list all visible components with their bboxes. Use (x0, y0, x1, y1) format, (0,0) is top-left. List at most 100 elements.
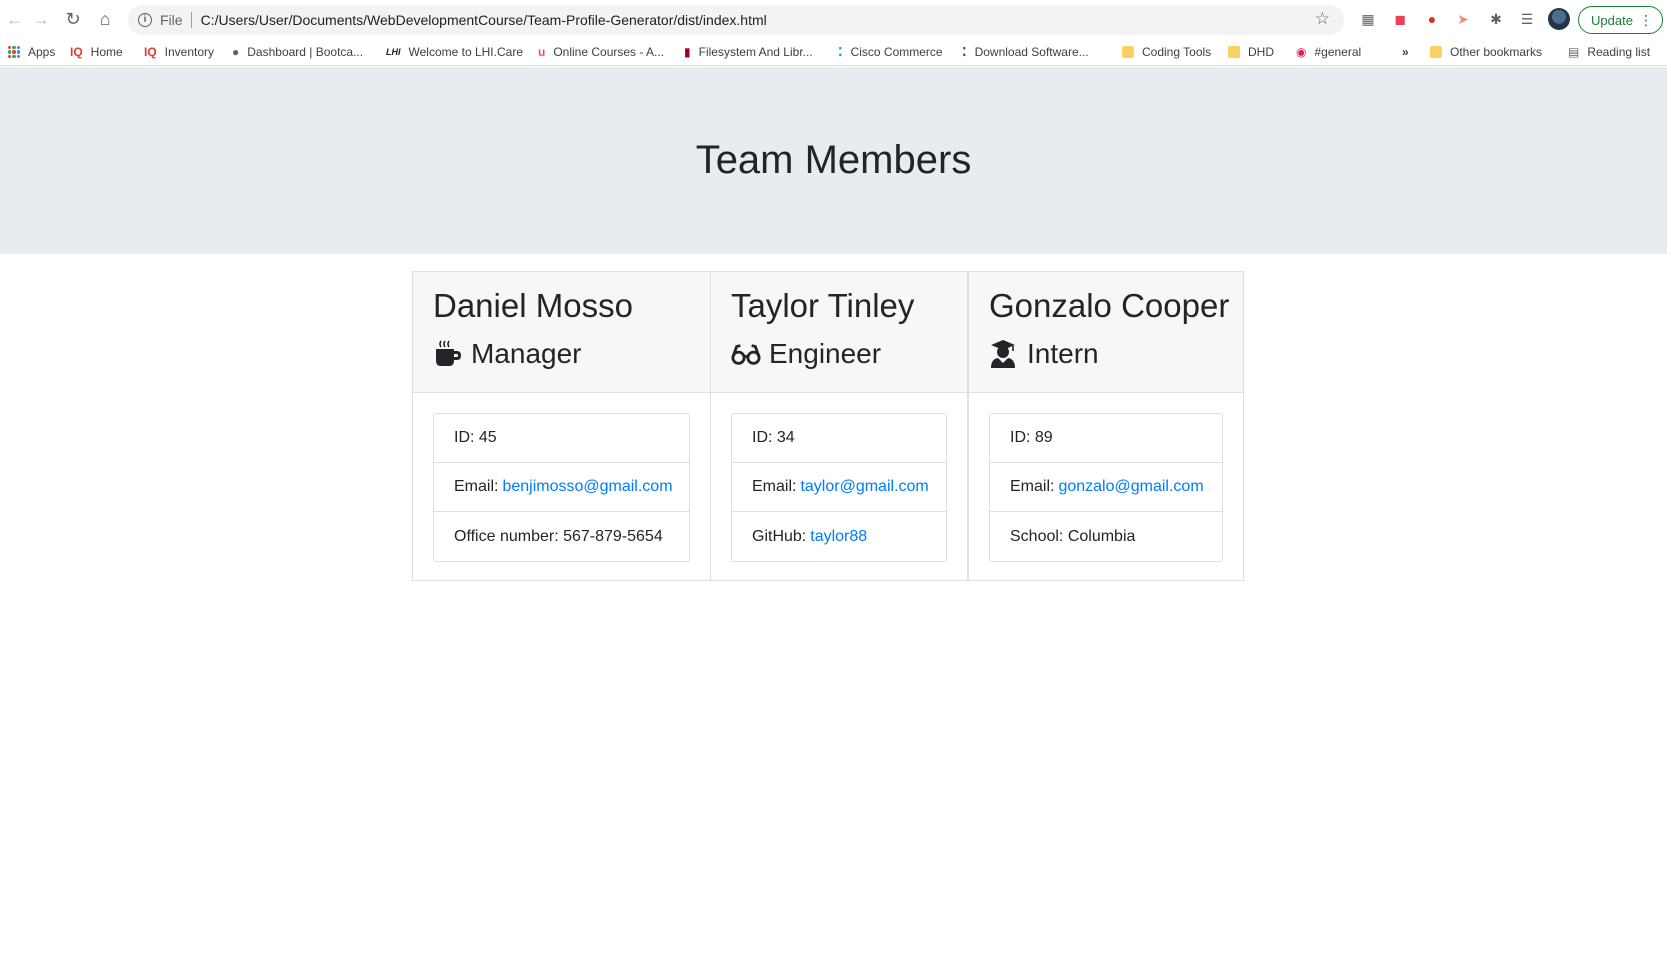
bookmark-cisco-commerce[interactable]: ⁚ Cisco Commerce (832, 40, 949, 64)
bookmark-filesystem[interactable]: ▮ Filesystem And Libr... (678, 40, 819, 64)
bookmark-online-courses[interactable]: u Online Courses - A... (532, 40, 670, 64)
email-link[interactable]: taylor@gmail.com (800, 478, 928, 496)
email-item: Email: gonzalo@gmail.com (990, 463, 1222, 512)
bookmarks-bar: Apps IQ Home IQ Inventory ● Dashboard | … (0, 38, 1667, 66)
bookmark-coding-tools[interactable]: Coding Tools (1116, 40, 1217, 64)
reading-list-button[interactable]: ▤ Reading list (1562, 40, 1656, 64)
bookmarks-overflow-button[interactable]: » (1396, 40, 1415, 64)
details-list: ID: 45 Email: benjimosso@gmail.com Offic… (433, 413, 690, 562)
home-icon[interactable]: ⌂ (90, 4, 120, 34)
address-bar[interactable]: i File C:/Users/User/Documents/WebDevelo… (128, 5, 1344, 35)
school-text: School: Columbia (1010, 527, 1136, 545)
bookmark-label: DHD (1248, 45, 1274, 59)
extension-icon[interactable]: ▦ (1357, 8, 1379, 30)
employee-role: Manager (433, 334, 690, 374)
bookmark-other[interactable]: Other bookmarks (1424, 40, 1548, 64)
email-label: Email: (1010, 478, 1055, 495)
id-item: ID: 34 (732, 414, 946, 463)
page-icon: ▮ (684, 45, 691, 59)
coffee-mug-icon (433, 339, 463, 369)
record-extension-icon[interactable]: ● (1421, 8, 1443, 30)
role-label: Intern (1027, 338, 1099, 369)
folder-icon (1122, 46, 1134, 58)
iq-icon: IQ (144, 45, 157, 59)
profile-avatar[interactable] (1548, 8, 1570, 30)
details-list: ID: 34 Email: taylor@gmail.com GitHub: t… (731, 413, 947, 562)
bookmark-label: Inventory (164, 45, 215, 59)
glasses-icon (731, 339, 761, 369)
bookmark-home[interactable]: IQ Home (64, 40, 129, 64)
school-item: School: Columbia (990, 512, 1222, 561)
bookmark-download-software[interactable]: ⁚ Download Software... (956, 40, 1095, 64)
bookmark-label: Coding Tools (1142, 45, 1212, 59)
bookmark-dashboard[interactable]: ● Dashboard | Bootca... (226, 40, 369, 64)
employee-name: Daniel Mosso (433, 287, 633, 324)
folder-icon (1430, 46, 1442, 58)
employee-card-intern: Gonzalo Cooper Intern ID: 89 Email: gonz… (968, 271, 1244, 581)
id-item: ID: 89 (990, 414, 1222, 463)
menu-dots-icon: ⋮ (1639, 12, 1653, 28)
update-label: Update (1591, 12, 1633, 28)
overflow-chevron-icon: » (1402, 45, 1409, 59)
email-link[interactable]: benjimosso@gmail.com (502, 478, 672, 496)
bookmark-label: Download Software... (974, 45, 1089, 59)
email-label: Email: (752, 478, 797, 495)
apps-grid-icon (8, 46, 20, 58)
cisco-icon: ⁚ (838, 45, 843, 59)
iq-icon: IQ (70, 45, 83, 59)
cisco-icon: ⁚ (962, 45, 967, 59)
email-link[interactable]: gonzalo@gmail.com (1058, 478, 1203, 496)
bookmark-label: Other bookmarks (1450, 45, 1543, 59)
bookmark-label: Cisco Commerce (850, 45, 943, 59)
page-title: Team Members (695, 138, 972, 182)
employee-role: Engineer (731, 334, 947, 374)
pocket-extension-icon[interactable]: ◼ (1389, 8, 1411, 30)
url-separator (190, 12, 192, 28)
bookmark-label: Online Courses - A... (553, 45, 665, 59)
card-body: ID: 89 Email: gonzalo@gmail.com School: … (969, 393, 1243, 582)
share-extension-icon[interactable]: ➤ (1452, 8, 1474, 30)
bookmark-label: Dashboard | Bootca... (247, 45, 364, 59)
globe-icon: ● (232, 45, 240, 59)
employee-name: Taylor Tinley (731, 287, 915, 324)
card-body: ID: 34 Email: taylor@gmail.com GitHub: t… (711, 393, 967, 582)
forward-icon[interactable]: → (26, 4, 56, 34)
bookmark-lhi[interactable]: LHI Welcome to LHI.Care (380, 40, 529, 64)
url-scheme: File (160, 12, 183, 28)
bookmark-label: Apps (28, 45, 56, 59)
card-header: Gonzalo Cooper Intern (969, 272, 1243, 393)
folder-icon (1228, 46, 1240, 58)
reload-icon[interactable]: ↻ (58, 4, 88, 34)
bookmark-label: Reading list (1587, 45, 1651, 59)
page-header: Team Members (0, 67, 1667, 254)
bookmark-label: Filesystem And Libr... (698, 45, 813, 59)
browser-toolbar: ← → ↻ ⌂ i File C:/Users/User/Documents/W… (0, 0, 1667, 38)
github-link[interactable]: taylor88 (810, 528, 867, 546)
role-label: Engineer (769, 338, 882, 369)
card-body: ID: 45 Email: benjimosso@gmail.com Offic… (413, 393, 710, 582)
bookmark-label: Welcome to LHI.Care (408, 45, 524, 59)
url-text[interactable]: C:/Users/User/Documents/WebDevelopmentCo… (201, 12, 767, 28)
bookmark-inventory[interactable]: IQ Inventory (138, 40, 220, 64)
udemy-icon: u (538, 45, 546, 59)
bookmark-dhd[interactable]: DHD (1222, 40, 1280, 64)
site-info-icon[interactable]: i (138, 13, 152, 27)
bookmark-apps[interactable]: Apps (2, 40, 61, 64)
reading-list-icon: ▤ (1568, 45, 1580, 59)
email-item: Email: taylor@gmail.com (732, 463, 946, 512)
puzzle-extensions-icon[interactable]: ✱ (1485, 8, 1507, 30)
office-number-item: Office number: 567-879-5654 (434, 512, 689, 561)
employee-name: Gonzalo Cooper (989, 287, 1230, 324)
details-list: ID: 89 Email: gonzalo@gmail.com School: … (989, 413, 1223, 562)
update-button[interactable]: Update ⋮ (1578, 6, 1663, 34)
graduate-icon (989, 339, 1019, 369)
employee-card-engineer: Taylor Tinley Engineer ID: 34 Email: tay… (710, 271, 968, 581)
bookmark-star-icon[interactable]: ☆ (1315, 9, 1330, 29)
reading-list-toolbar-icon[interactable]: ☰ (1516, 8, 1538, 30)
card-header: Taylor Tinley Engineer (711, 272, 967, 393)
bookmark-general[interactable]: ◉ #general (1290, 40, 1367, 64)
id-item: ID: 45 (434, 414, 689, 463)
github-label: GitHub: (752, 527, 807, 545)
github-item: GitHub: taylor88 (732, 512, 946, 561)
id-text: ID: 89 (1010, 429, 1053, 446)
